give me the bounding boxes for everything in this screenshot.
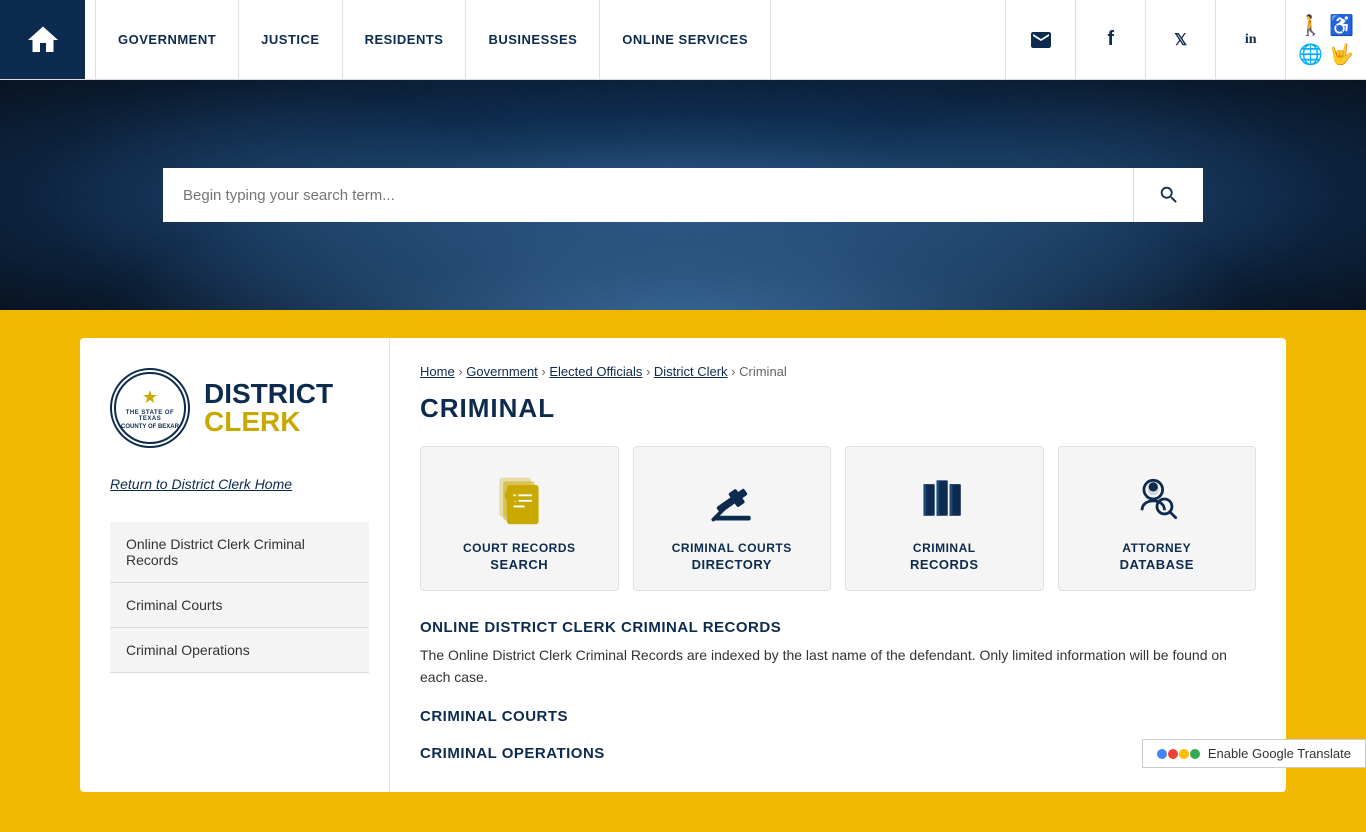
card-attorney-database-label-top: ATTORNEY (1122, 541, 1191, 557)
nav-twitter[interactable]: 𝕏 (1145, 0, 1215, 79)
nav-links: GOVERNMENT JUSTICE RESIDENTS BUSINESSES … (85, 0, 1005, 79)
sidebar-nav: Online District Clerk Criminal Records C… (110, 522, 369, 673)
criminal-courts-icon (704, 471, 760, 527)
section-criminal-operations-heading: CRIMINAL OPERATIONS (420, 745, 1256, 762)
breadcrumb-elected-officials[interactable]: Elected Officials (549, 364, 642, 379)
seal-text-bot: COUNTY OF BEXAR (121, 424, 179, 430)
accessibility-person-icon[interactable]: 🚶 (1298, 13, 1323, 38)
card-attorney-database[interactable]: ATTORNEY DATABASE (1058, 446, 1257, 591)
accessibility-controls: 🚶 ♿ 🌐 🤟 (1285, 0, 1366, 79)
top-navigation: GOVERNMENT JUSTICE RESIDENTS BUSINESSES … (0, 0, 1366, 80)
sidebar-item-online-records[interactable]: Online District Clerk Criminal Records (110, 522, 369, 583)
sidebar-item-criminal-courts[interactable]: Criminal Courts (110, 583, 369, 628)
sidebar: ★ THE STATE OF TEXAS COUNTY OF BEXAR DIS… (80, 338, 390, 792)
card-criminal-records-label-bot: RECORDS (910, 557, 979, 572)
search-button[interactable] (1133, 168, 1203, 222)
sidebar-item-criminal-operations[interactable]: Criminal Operations (110, 628, 369, 673)
hero-section (0, 80, 1366, 310)
sign-language-icon[interactable]: 🤟 (1329, 42, 1354, 67)
card-court-records[interactable]: COURT RECORDS SEARCH (420, 446, 619, 591)
card-criminal-records-label-top: CRIMINAL (913, 541, 976, 557)
district-clerk-label: DISTRICT CLERK (204, 380, 333, 436)
card-attorney-database-label-bot: DATABASE (1120, 557, 1194, 572)
icon-card-grid: COURT RECORDS SEARCH (420, 446, 1256, 591)
google-translate-bar[interactable]: Enable Google Translate (1142, 739, 1366, 768)
nav-facebook[interactable]: f (1075, 0, 1145, 79)
nav-email[interactable] (1005, 0, 1075, 79)
card-court-records-label-top: COURT RECORDS (463, 541, 576, 557)
nav-online-services[interactable]: ONLINE SERVICES (600, 0, 771, 79)
search-bar-container (163, 168, 1203, 222)
seal-star: ★ (142, 387, 158, 408)
breadcrumb-government[interactable]: Government (466, 364, 538, 379)
home-button[interactable] (0, 0, 85, 79)
google-logo (1157, 749, 1200, 759)
email-icon (1029, 28, 1053, 52)
section-online-records-text: The Online District Clerk Criminal Recor… (420, 644, 1256, 689)
search-icon (1158, 184, 1180, 206)
court-records-icon (491, 471, 547, 527)
accessibility-wheelchair-icon[interactable]: ♿ (1329, 13, 1354, 38)
district-word: DISTRICT (204, 380, 333, 408)
nav-businesses[interactable]: BUSINESSES (466, 0, 600, 79)
translate-label: Enable Google Translate (1208, 746, 1351, 761)
sidebar-logo: ★ THE STATE OF TEXAS COUNTY OF BEXAR DIS… (110, 368, 369, 448)
attorney-database-icon (1129, 471, 1185, 527)
yellow-accent-strip (0, 310, 1366, 338)
clerk-word: CLERK (204, 408, 333, 436)
card-court-records-label-bot: SEARCH (490, 557, 548, 572)
translate-icon[interactable]: 🌐 (1298, 42, 1323, 67)
criminal-records-icon (916, 471, 972, 527)
nav-linkedin[interactable]: in (1215, 0, 1285, 79)
card-criminal-courts[interactable]: CRIMINAL COURTS DIRECTORY (633, 446, 832, 591)
breadcrumb-current: Criminal (739, 364, 787, 379)
county-seal: ★ THE STATE OF TEXAS COUNTY OF BEXAR (110, 368, 190, 448)
home-icon (25, 22, 61, 58)
nav-social: f 𝕏 in (1005, 0, 1285, 79)
seal-text-top: THE STATE OF TEXAS (116, 410, 184, 422)
card-criminal-courts-label-top: CRIMINAL COURTS (672, 541, 792, 557)
section-online-records-heading: ONLINE DISTRICT CLERK CRIMINAL RECORDS (420, 619, 1256, 636)
breadcrumb-district-clerk[interactable]: District Clerk (654, 364, 728, 379)
search-input[interactable] (163, 168, 1133, 222)
section-criminal-courts-heading: CRIMINAL COURTS (420, 708, 1256, 725)
content-card: ★ THE STATE OF TEXAS COUNTY OF BEXAR DIS… (80, 338, 1286, 792)
return-link[interactable]: Return to District Clerk Home (110, 476, 369, 492)
breadcrumb: Home › Government › Elected Officials › … (420, 364, 1256, 379)
card-criminal-records[interactable]: CRIMINAL RECORDS (845, 446, 1044, 591)
main-content: Home › Government › Elected Officials › … (390, 338, 1286, 792)
card-criminal-courts-label-bot: DIRECTORY (692, 557, 772, 572)
breadcrumb-home[interactable]: Home (420, 364, 455, 379)
nav-government[interactable]: GOVERNMENT (95, 0, 239, 79)
nav-justice[interactable]: JUSTICE (239, 0, 342, 79)
page-title: CRIMINAL (420, 393, 1256, 424)
nav-residents[interactable]: RESIDENTS (343, 0, 467, 79)
